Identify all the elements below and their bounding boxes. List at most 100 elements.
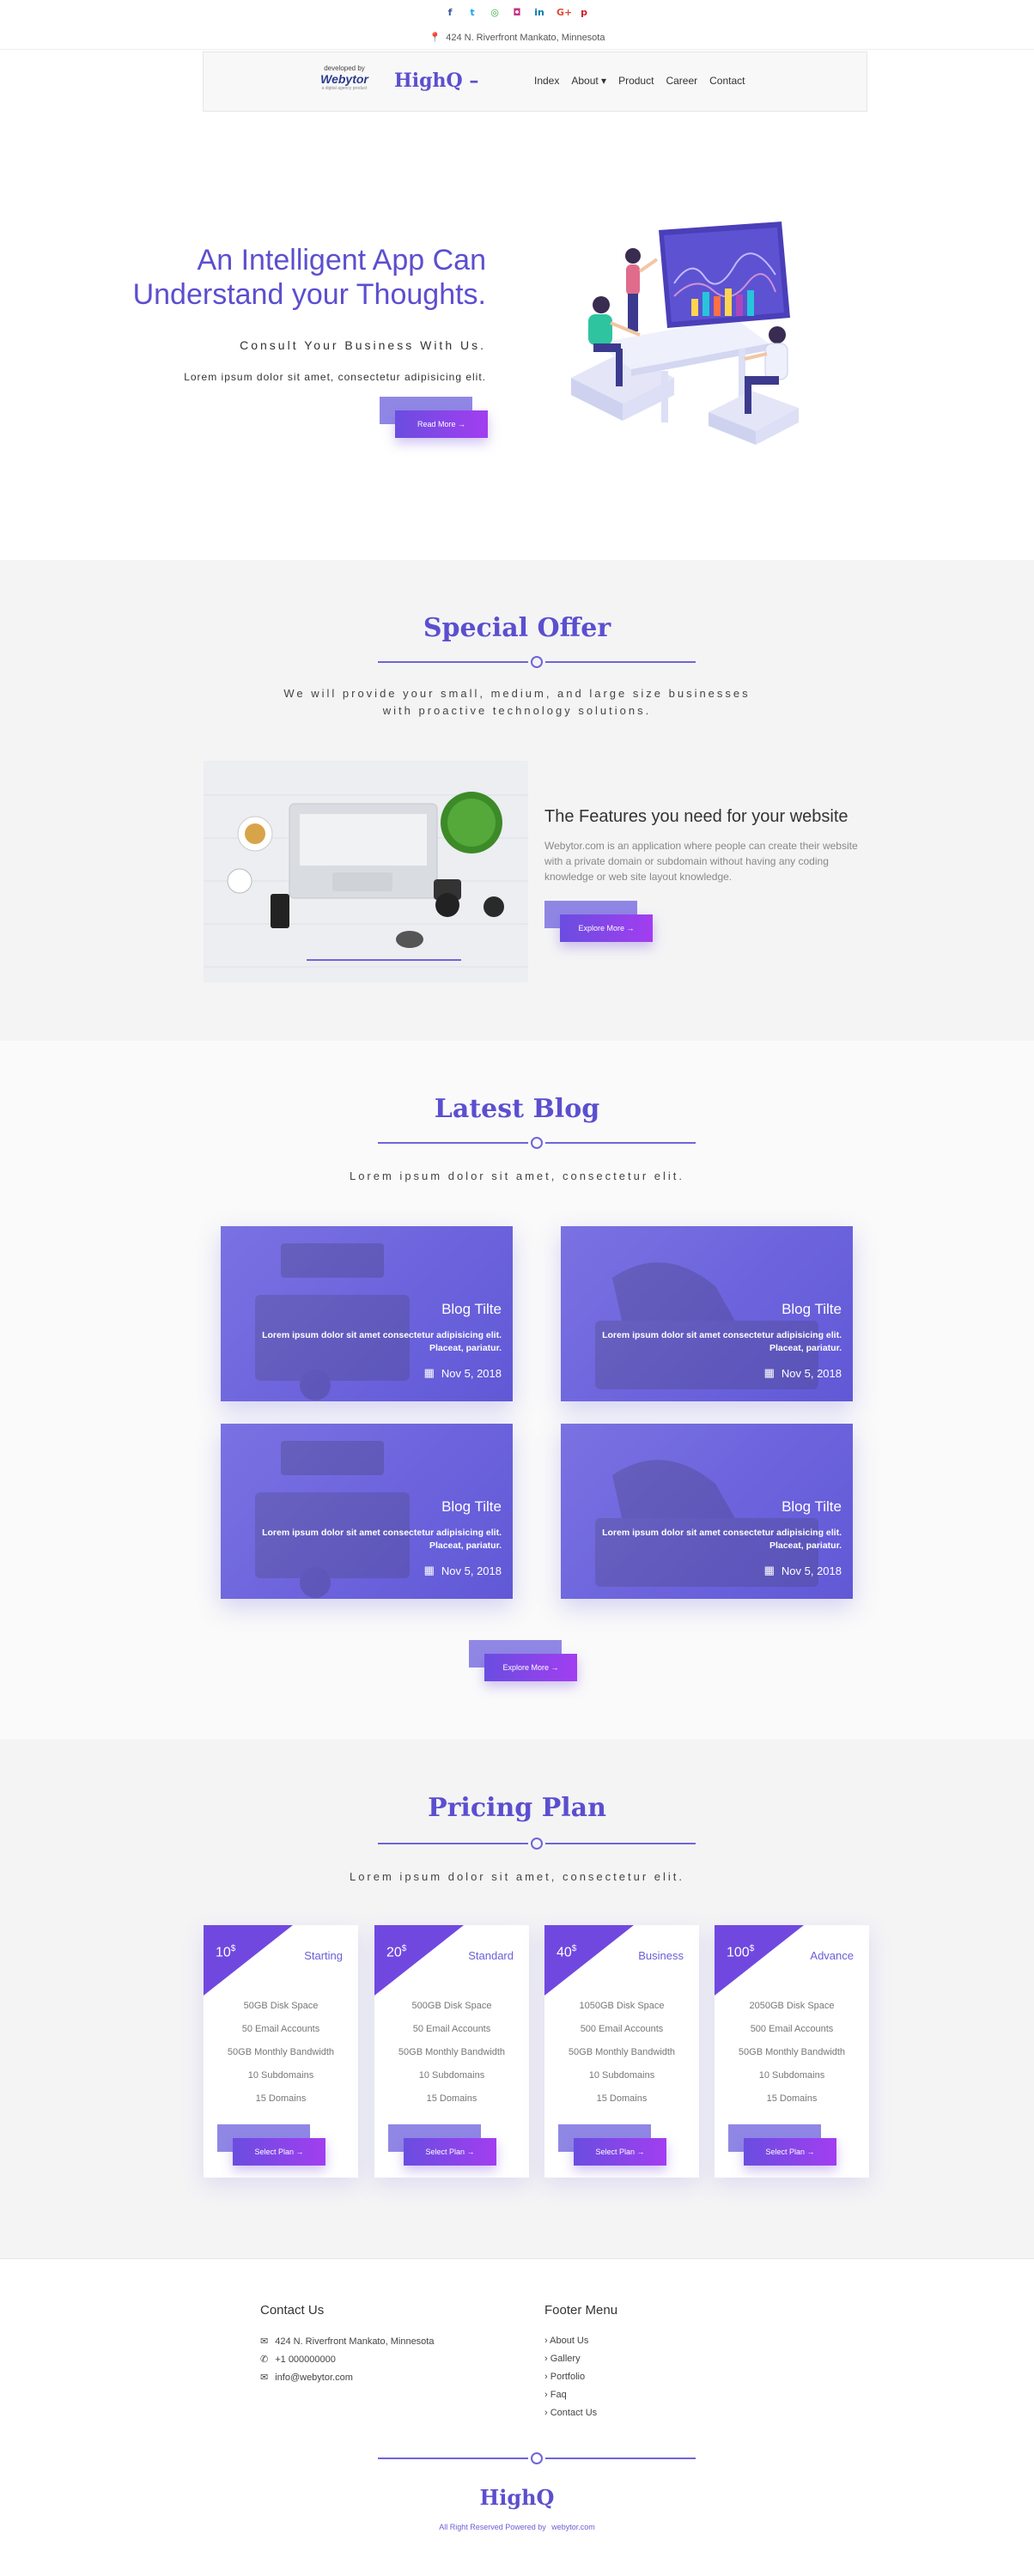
footer-menu-label[interactable]: Faq xyxy=(550,2390,567,2400)
select-plan-wrap: Select Plan → xyxy=(728,2124,836,2166)
nav-link-product[interactable]: Product xyxy=(618,75,654,87)
instagram-icon[interactable]: ◘ xyxy=(512,8,522,18)
brand-name[interactable]: HighQ – xyxy=(394,70,478,92)
select-plan-button[interactable]: Select Plan → xyxy=(744,2138,836,2166)
phone-icon: ✆ xyxy=(260,2354,269,2365)
plan-feature: 50GB Monthly Bandwidth xyxy=(568,2047,676,2057)
hero-illustration xyxy=(571,222,799,445)
plan-feature: 10 Subdomains xyxy=(758,2070,825,2081)
blog-card-text: Lorem ipsum dolor sit amet consectetur a… xyxy=(602,1330,842,1353)
footer-menu-label[interactable]: Portfolio xyxy=(550,2372,585,2382)
blog-card-title[interactable]: Blog Tilte xyxy=(782,1301,842,1318)
blog-card-title[interactable]: Blog Tilte xyxy=(441,1301,502,1318)
calendar-icon: ▦ xyxy=(763,1366,775,1379)
plan-feature: 500 Email Accounts xyxy=(580,2024,664,2034)
blog-card[interactable]: Blog Tilte Lorem ipsum dolor sit amet co… xyxy=(561,1424,853,1599)
plan-price: 10$ xyxy=(216,1944,236,1960)
blog-card-title[interactable]: Blog Tilte xyxy=(782,1498,842,1516)
plan-name: Standard xyxy=(468,1949,514,1962)
blog-explore-more-button[interactable]: Explore More → xyxy=(484,1654,577,1681)
plan-feature: 50GB Disk Space xyxy=(243,2001,319,2011)
footer-divider xyxy=(378,2452,696,2464)
plan-name: Business xyxy=(638,1949,684,1962)
googleplus-icon[interactable]: G+ xyxy=(557,8,572,18)
blog-explore-button-wrap: Explore More → xyxy=(469,1640,577,1681)
read-more-button[interactable]: Read More → xyxy=(395,410,488,438)
footer-menu-label[interactable]: About Us xyxy=(550,2336,588,2346)
blog-card-date-text: Nov 5, 2018 xyxy=(781,1564,842,1577)
blog-card-date: ▦ Nov 5, 2018 xyxy=(764,1564,842,1577)
pinterest-icon[interactable]: p xyxy=(579,8,589,18)
feature-title: The Features you need for your website xyxy=(544,807,848,826)
twitter-icon[interactable]: t xyxy=(467,8,477,18)
nav-link-career[interactable]: Career xyxy=(666,75,697,87)
plan-feature: 500GB Disk Space xyxy=(411,2001,492,2011)
plan-feature: 50 Email Accounts xyxy=(241,2024,320,2034)
select-plan-wrap: Select Plan → xyxy=(388,2124,496,2166)
offer-heading: Special Offer xyxy=(423,613,611,643)
facebook-icon[interactable]: f xyxy=(445,8,455,18)
select-plan-button[interactable]: Select Plan → xyxy=(233,2138,325,2166)
blog-card-date-text: Nov 5, 2018 xyxy=(441,1366,502,1380)
linkedin-icon[interactable]: in xyxy=(534,8,544,18)
plan-feature: 10 Subdomains xyxy=(418,2070,485,2081)
select-plan-button[interactable]: Select Plan → xyxy=(574,2138,666,2166)
footer-menu-item[interactable]: › About Us xyxy=(544,2336,588,2346)
footer-menu-item[interactable]: › Portfolio xyxy=(544,2372,585,2382)
blog-card-date-text: Nov 5, 2018 xyxy=(441,1564,502,1577)
calendar-icon: ▦ xyxy=(763,1564,775,1577)
hero-subtitle: Consult Your Business With Us. xyxy=(240,338,486,352)
footer-address: ✉ 424 N. Riverfront Mankato, Minnesota xyxy=(260,2336,434,2348)
offer-subheading: We will provide your small, medium, and … xyxy=(283,687,751,717)
footer-menu-item[interactable]: › Faq xyxy=(544,2390,567,2400)
plan-name: Advance xyxy=(810,1949,854,1962)
footer-phone[interactable]: ✆ +1 000000000 xyxy=(260,2354,336,2366)
address-text: 424 N. Riverfront Mankato, Minnesota xyxy=(446,32,605,43)
github-icon[interactable]: ◎ xyxy=(490,8,500,18)
footer-menu-item[interactable]: › Gallery xyxy=(544,2354,581,2364)
footer-brand[interactable]: HighQ xyxy=(0,2485,1034,2510)
blog-card-date: ▦ Nov 5, 2018 xyxy=(424,1366,502,1380)
plan-feature: 10 Subdomains xyxy=(247,2070,314,2081)
plan-feature: 15 Domains xyxy=(766,2093,818,2104)
select-plan-button[interactable]: Select Plan → xyxy=(404,2138,496,2166)
copyright-text: All Right Reserved Powered by xyxy=(439,2523,546,2531)
blog-card-title[interactable]: Blog Tilte xyxy=(441,1498,502,1516)
plan-feature: 2050GB Disk Space xyxy=(749,2001,835,2011)
copyright-link[interactable]: webytor.com xyxy=(551,2523,595,2531)
logo-developed-by: developed by xyxy=(324,64,365,72)
plan-feature: 10 Subdomains xyxy=(588,2070,655,2081)
pricing-card-advance: 100$ Advance 2050GB Disk Space 500 Email… xyxy=(715,1925,869,2178)
pricing-subheading: Lorem ipsum dolor sit amet, consectetur … xyxy=(349,1870,685,1883)
map-marker-icon: 📍 xyxy=(429,33,441,43)
nav-link-index[interactable]: Index xyxy=(534,75,559,87)
plan-feature: 15 Domains xyxy=(596,2093,648,2104)
blog-card[interactable]: Blog Tilte Lorem ipsum dolor sit amet co… xyxy=(221,1424,513,1599)
blog-card-text: Lorem ipsum dolor sit amet consectetur a… xyxy=(262,1330,502,1353)
pricing-card-starting: 10$ Starting 50GB Disk Space 50 Email Ac… xyxy=(204,1925,358,2178)
footer-menu-item[interactable]: › Contact Us xyxy=(544,2408,597,2418)
footer-menu-heading: Footer Menu xyxy=(544,2303,618,2318)
hero-title: An Intelligent App Can Understand your T… xyxy=(132,244,486,311)
footer-menu-label[interactable]: Gallery xyxy=(550,2354,581,2364)
footer-email[interactable]: ✉ info@webytor.com xyxy=(260,2372,353,2384)
offer-divider xyxy=(378,656,696,668)
nav-link-about[interactable]: About ▾ xyxy=(571,75,606,87)
footer-phone-text[interactable]: +1 000000000 xyxy=(275,2354,336,2365)
nav-links: Index About ▾ Product Career Contact xyxy=(534,75,745,87)
logo[interactable]: developed by Webytor a digital agency pr… xyxy=(315,64,374,99)
blog-card[interactable]: Blog Tilte Lorem ipsum dolor sit amet co… xyxy=(221,1226,513,1401)
blog-heading: Latest Blog xyxy=(434,1094,600,1124)
logo-tagline: a digital agency product xyxy=(321,86,368,91)
navbar: developed by Webytor a digital agency pr… xyxy=(203,52,867,112)
social-bar: f t ◎ ◘ in G+ p xyxy=(0,0,1034,26)
calendar-icon: ▦ xyxy=(423,1366,435,1379)
footer-menu-label[interactable]: Contact Us xyxy=(550,2408,597,2418)
footer-email-text[interactable]: info@webytor.com xyxy=(275,2372,353,2383)
plan-feature: 15 Domains xyxy=(426,2093,477,2104)
read-more-button-wrap: Read More → xyxy=(380,397,488,438)
nav-link-contact[interactable]: Contact xyxy=(709,75,745,87)
explore-more-button[interactable]: Explore More → xyxy=(560,914,653,942)
blog-card[interactable]: Blog Tilte Lorem ipsum dolor sit amet co… xyxy=(561,1226,853,1401)
blog-subheading: Lorem ipsum dolor sit amet, consectetur … xyxy=(349,1170,685,1182)
